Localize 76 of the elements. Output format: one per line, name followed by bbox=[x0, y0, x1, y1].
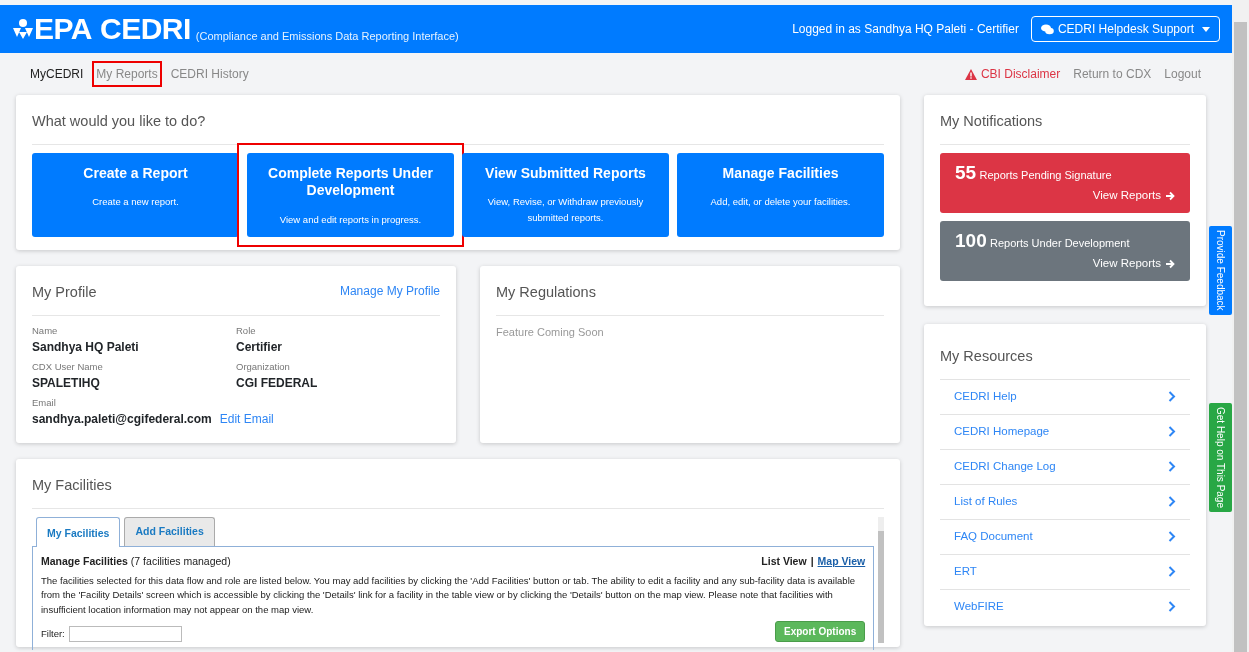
notification-label: Reports Under Development bbox=[990, 236, 1130, 249]
resource-link[interactable]: FAQ Document bbox=[940, 518, 1190, 554]
filter-field[interactable] bbox=[68, 625, 182, 642]
action-button[interactable]: Complete Reports Under Development View and edit reports in progress. bbox=[247, 152, 454, 237]
filter-label: Filter: bbox=[41, 626, 65, 641]
manage-profile-link[interactable]: Manage My Profile bbox=[339, 281, 440, 304]
field-value: SPALETIHQ bbox=[32, 375, 101, 392]
app-subtitle: (Compliance and Emissions Data Reporting Interface) bbox=[195, 28, 459, 44]
action-button[interactable]: Manage Facilities Add, edit, or delete your facilities. bbox=[677, 152, 884, 237]
coming-soon-message: Feature Coming Soon bbox=[496, 324, 605, 340]
description-text: The facilities selected for this data flow and role are listed below. You may add facilities by clicking the 'Add Facilities' button or tab. The ability to edit a facility and any sub-facility data is available from the 'Facility Details' screen which is accessible by clicking the 'Details' link for a facility in the table view or by clicking the 'Details' button on the map view. Please note that facilities with insufficient location information may not appear on the map view. bbox=[41, 574, 857, 617]
section-title: My Resources bbox=[940, 347, 1034, 366]
facilities-tab[interactable]: My Facilities bbox=[36, 516, 121, 548]
resource-link[interactable]: CEDRI Change Log bbox=[940, 448, 1190, 484]
notification-count: 55 bbox=[955, 161, 977, 183]
view-reports-link[interactable]: View Reports bbox=[955, 255, 1175, 273]
chevron-right-icon bbox=[1168, 566, 1176, 578]
edit-email-link[interactable]: Edit Email bbox=[219, 410, 274, 429]
chevron-right-icon bbox=[1168, 391, 1176, 403]
cbi-disclaimer-link[interactable]: CBI Disclaimer bbox=[980, 65, 1061, 83]
nav-link-item[interactable]: MyCEDRI bbox=[26, 61, 88, 87]
arrow-right-icon bbox=[1165, 258, 1175, 269]
arrow-right-icon bbox=[1165, 190, 1175, 201]
field-value: Sandhya HQ Paleti bbox=[32, 338, 140, 356]
resource-link[interactable]: WebFIRE bbox=[940, 588, 1190, 624]
side-tab[interactable]: Get Help on This Page bbox=[1209, 403, 1232, 512]
header-link[interactable]: Return to CDX bbox=[1073, 65, 1152, 83]
helpdesk-button[interactable]: CEDRI Helpdesk Support bbox=[1030, 16, 1220, 42]
section-title: My Notifications bbox=[940, 111, 1190, 145]
resource-link[interactable]: CEDRI Homepage bbox=[940, 413, 1190, 449]
resource-link[interactable]: List of Rules bbox=[940, 483, 1190, 519]
notification-label: Reports Pending Signature bbox=[979, 168, 1112, 181]
chevron-right-icon bbox=[1168, 461, 1176, 473]
chat-icon bbox=[1040, 23, 1054, 35]
export-options-button[interactable]: Export Options bbox=[775, 620, 866, 642]
chevron-right-icon bbox=[1168, 531, 1176, 543]
caret-icon bbox=[1202, 26, 1210, 32]
field-label: Organization bbox=[236, 359, 291, 374]
scrollbar[interactable] bbox=[878, 516, 884, 643]
field-value: sandhya.paleti@cgifederal.com bbox=[32, 411, 212, 429]
header-link[interactable]: Logout bbox=[1164, 65, 1201, 83]
resource-link[interactable]: ERT bbox=[940, 553, 1190, 589]
scrollbar[interactable] bbox=[1232, 0, 1249, 652]
notification-card[interactable]: 100 Reports Under Development View Reports bbox=[940, 220, 1190, 281]
action-button[interactable]: Create a Report Create a new report. bbox=[32, 152, 239, 237]
panel-heading: Manage Facilities (7 facilities managed) bbox=[41, 554, 231, 570]
chevron-right-icon bbox=[1168, 426, 1176, 438]
view-reports-link[interactable]: View Reports bbox=[955, 187, 1175, 205]
logo-text: EPA bbox=[34, 14, 92, 44]
chevron-right-icon bbox=[1168, 601, 1176, 613]
facilities-tab[interactable]: Add Facilities bbox=[124, 516, 215, 547]
current-view-link[interactable]: List View bbox=[761, 554, 807, 570]
user-status: Logged in as Sandhya HQ Paleti - Certifier bbox=[792, 21, 1019, 38]
separator: | bbox=[810, 554, 814, 570]
warning-icon bbox=[964, 68, 977, 80]
field-label: CDX User Name bbox=[32, 359, 104, 374]
app-title: CEDRI bbox=[99, 14, 191, 44]
field-label: Role bbox=[236, 323, 257, 338]
nav-link-item[interactable]: My Reports bbox=[92, 61, 162, 87]
logo-icon bbox=[12, 18, 34, 40]
section-title: My Regulations bbox=[496, 281, 884, 316]
field-value: Certifier bbox=[236, 338, 283, 356]
chevron-right-icon bbox=[1168, 496, 1176, 508]
section-title: My Profile bbox=[32, 282, 97, 302]
field-label: Name bbox=[32, 323, 59, 338]
side-tab[interactable]: Provide Feedback bbox=[1209, 226, 1232, 315]
resource-link[interactable]: CEDRI Help bbox=[940, 378, 1190, 414]
view-link[interactable]: Map View bbox=[817, 554, 866, 570]
action-button[interactable]: View Submitted Reports View, Revise, or Withdraw previously submitted reports. bbox=[462, 152, 669, 237]
nav-link-item[interactable]: CEDRI History bbox=[166, 61, 253, 87]
field-value: CGI FEDERAL bbox=[236, 375, 319, 392]
notification-card[interactable]: 55 Reports Pending Signature View Reports bbox=[940, 152, 1190, 213]
notification-count: 100 bbox=[955, 229, 987, 251]
section-title: My Facilities bbox=[32, 474, 884, 509]
section-title: What would you like to do? bbox=[32, 111, 884, 145]
field-label: Email bbox=[32, 396, 57, 410]
